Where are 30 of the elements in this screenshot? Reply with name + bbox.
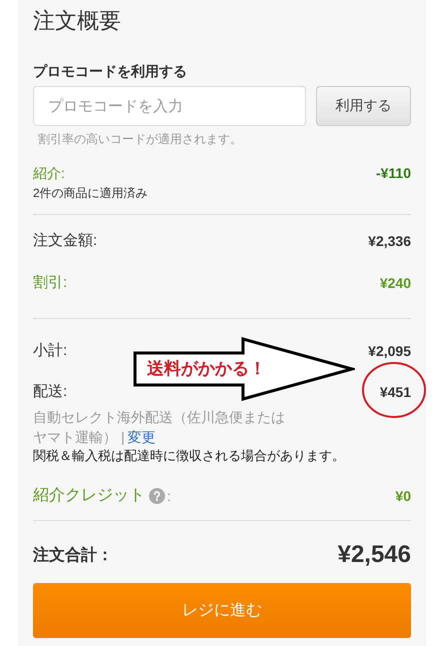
credit-amount: ¥0 (395, 487, 411, 506)
credit-colon: : (167, 487, 171, 506)
callout-text: 送料がかかる！ (147, 358, 266, 380)
line-label: 割引: (33, 273, 68, 293)
separator: | (121, 429, 125, 445)
total-amount: ¥2,546 (338, 541, 411, 569)
subtotal-label: 小計: (33, 341, 68, 361)
highlight-circle (361, 361, 427, 419)
shipping-amount: ¥451 (380, 383, 411, 402)
promo-hint: 割引率の高いコードが適用されます。 (37, 131, 243, 147)
shipping-label: 配送: (33, 382, 68, 402)
referral-amount: -¥110 (376, 164, 411, 182)
checkout-button[interactable]: レジに進む (33, 583, 411, 638)
promo-label: プロモコードを利用する (33, 62, 188, 80)
change-link[interactable]: 変更 (128, 429, 156, 445)
subtotal-amount: ¥2,095 (368, 342, 411, 361)
shipping-method: 自動セレクト海外配送（佐川急便または (33, 409, 285, 425)
total-label: 注文合計： (33, 545, 113, 566)
section-title: 注文概要 (33, 7, 122, 35)
referral-note: 2件の商品に適用済み (33, 185, 149, 201)
line-amount: ¥240 (380, 274, 411, 293)
credit-label: 紹介クレジット (33, 486, 145, 506)
line-amount: ¥2,336 (368, 232, 411, 251)
shipping-method: ヤマト運輸） (33, 429, 117, 445)
help-icon[interactable] (149, 488, 165, 504)
apply-button[interactable]: 利用する (316, 86, 411, 126)
customs-notice: 関税＆輸入税は配達時に徴収される場合があります。 (33, 447, 346, 465)
promo-code-field[interactable]: プロモコードを入力 (33, 86, 306, 126)
referral-label: 紹介: (33, 164, 65, 182)
line-label: 注文金額: (33, 231, 98, 251)
